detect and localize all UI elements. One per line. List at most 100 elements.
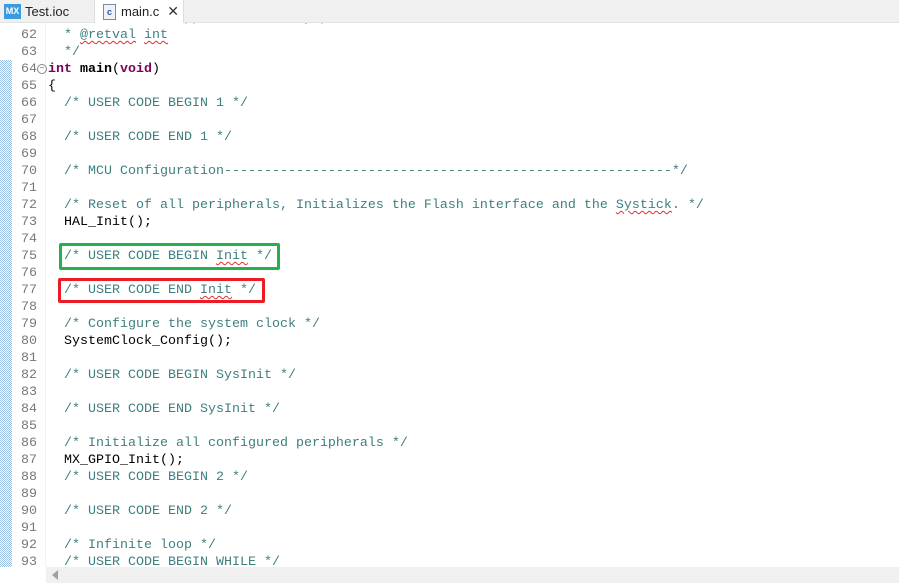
code-line[interactable]: 92 /* Infinite loop */ [0,537,899,554]
line-number: 63 [21,45,37,60]
scroll-left-arrow-icon[interactable] [52,570,58,580]
code-line[interactable]: 83 [0,384,899,401]
line-number: 90 [21,504,37,519]
code-line[interactable]: 73 HAL_Init(); [0,214,899,231]
tab-main-c[interactable]: c main.c ✕ [94,0,184,23]
code-line[interactable]: 68 /* USER CODE END 1 */ [0,129,899,146]
line-number: 92 [21,538,37,553]
code-token: ) [152,62,160,77]
code-token: * [48,28,80,43]
code-token: /* USER CODE END 2 */ [48,504,232,519]
code-text: { [48,78,56,95]
code-token: /* USER CODE BEGIN WHILE */ [48,555,280,567]
line-number: 64 [21,62,37,77]
code-line[interactable]: 72 /* Reset of all peripherals, Initiali… [0,197,899,214]
spell-error-token: @retval [80,28,136,43]
code-text: /* USER CODE END 2 */ [48,503,232,520]
code-token: . */ [671,198,704,213]
line-number: 71 [21,181,37,196]
code-token: /* USER CODE BEGIN 2 */ [48,470,248,485]
highlight-box-green [59,243,280,270]
code-line[interactable]: 90 /* USER CODE END 2 */ [0,503,899,520]
code-text: /* USER CODE BEGIN WHILE */ [48,554,280,567]
line-number: 77 [21,283,37,298]
line-number: 93 [21,555,37,567]
line-number: 91 [21,521,37,536]
code-text: /* USER CODE BEGIN 1 */ [48,95,248,112]
code-token: main [80,62,112,77]
editor-tab-bar: MX Test.ioc c main.c ✕ [0,0,899,23]
code-text: HAL_Init(); [48,214,152,231]
code-token: void [120,62,152,77]
code-line[interactable]: 63 */ [0,44,899,61]
code-line[interactable]: 65 { [0,78,899,95]
line-number: 76 [21,266,37,281]
code-line[interactable]: 79 /* Configure the system clock */ [0,316,899,333]
code-line[interactable]: 81 [0,350,899,367]
line-number: 68 [21,130,37,145]
close-icon[interactable]: ✕ [167,3,179,20]
line-number: 78 [21,300,37,315]
code-token: /* Reset of all peripherals, Initializes… [48,198,616,213]
line-number: 81 [21,351,37,366]
tab-test-ioc[interactable]: MX Test.ioc [0,0,92,22]
code-text: /* USER CODE BEGIN 2 */ [48,469,248,486]
code-line[interactable]: 91 [0,520,899,537]
tab-label: Test.ioc [25,3,70,19]
line-number: 83 [21,385,37,400]
code-token: /* Configure the system clock */ [48,317,320,332]
code-token: SystemClock_Config(); [48,334,232,349]
code-text: /* USER CODE END 1 */ [48,129,232,146]
line-number: 73 [21,215,37,230]
line-number: 85 [21,419,37,434]
line-number: 87 [21,453,37,468]
code-text: /* Initialize all configured peripherals… [48,435,408,452]
code-text: int main(void) [48,61,160,78]
fold-collapse-icon[interactable]: − [37,64,47,74]
code-line[interactable]: 85 [0,418,899,435]
line-number: 74 [21,232,37,247]
spell-error-token: int [144,28,168,43]
code-text: /* USER CODE END SysInit */ [48,401,280,418]
code-line[interactable]: 71 [0,180,899,197]
code-token: /* Initialize all configured peripherals… [48,436,408,451]
code-text: MX_GPIO_Init(); [48,452,184,469]
c-file-icon: c [103,3,116,20]
code-line[interactable]: 70 /* MCU Configuration-----------------… [0,163,899,180]
code-token: HAL_Init(); [48,215,152,230]
line-number: 67 [21,113,37,128]
code-line[interactable]: 66 /* USER CODE BEGIN 1 */ [0,95,899,112]
horizontal-scrollbar[interactable] [46,567,899,583]
code-line[interactable]: 84 /* USER CODE END SysInit */ [0,401,899,418]
scroll-corner [0,567,46,583]
highlight-box-red [58,278,265,303]
code-text: /* Configure the system clock */ [48,316,320,333]
code-line[interactable]: 64− int main(void) [0,61,899,78]
line-number: 86 [21,436,37,451]
code-line[interactable]: 89 [0,486,899,503]
code-line[interactable]: 93 /* USER CODE BEGIN WHILE */ [0,554,899,567]
code-token: MX_GPIO_Init(); [48,453,184,468]
line-number: 72 [21,198,37,213]
line-number: 80 [21,334,37,349]
code-line[interactable]: 62 * @retval int [0,27,899,44]
line-number: 84 [21,402,37,417]
spell-error-token: Systick [615,198,672,213]
code-line[interactable]: 86 /* Initialize all configured peripher… [0,435,899,452]
code-line[interactable]: 88 /* USER CODE BEGIN 2 */ [0,469,899,486]
code-line[interactable]: 80 SystemClock_Config(); [0,333,899,350]
code-token: /* MCU Configuration--------------------… [48,164,688,179]
line-number: 66 [21,96,37,111]
code-line[interactable]: 87 MX_GPIO_Init(); [0,452,899,469]
code-line[interactable]: 82 /* USER CODE BEGIN SysInit */ [0,367,899,384]
code-text: * @retval int [48,27,168,44]
code-text: */ [48,44,80,61]
code-line[interactable]: 67 [0,112,899,129]
code-token: /* USER CODE BEGIN 1 */ [48,96,248,111]
code-token: /* USER CODE END SysInit */ [48,402,280,417]
code-line[interactable]: 69 [0,146,899,163]
line-number: 70 [21,164,37,179]
code-token: ( [112,62,120,77]
